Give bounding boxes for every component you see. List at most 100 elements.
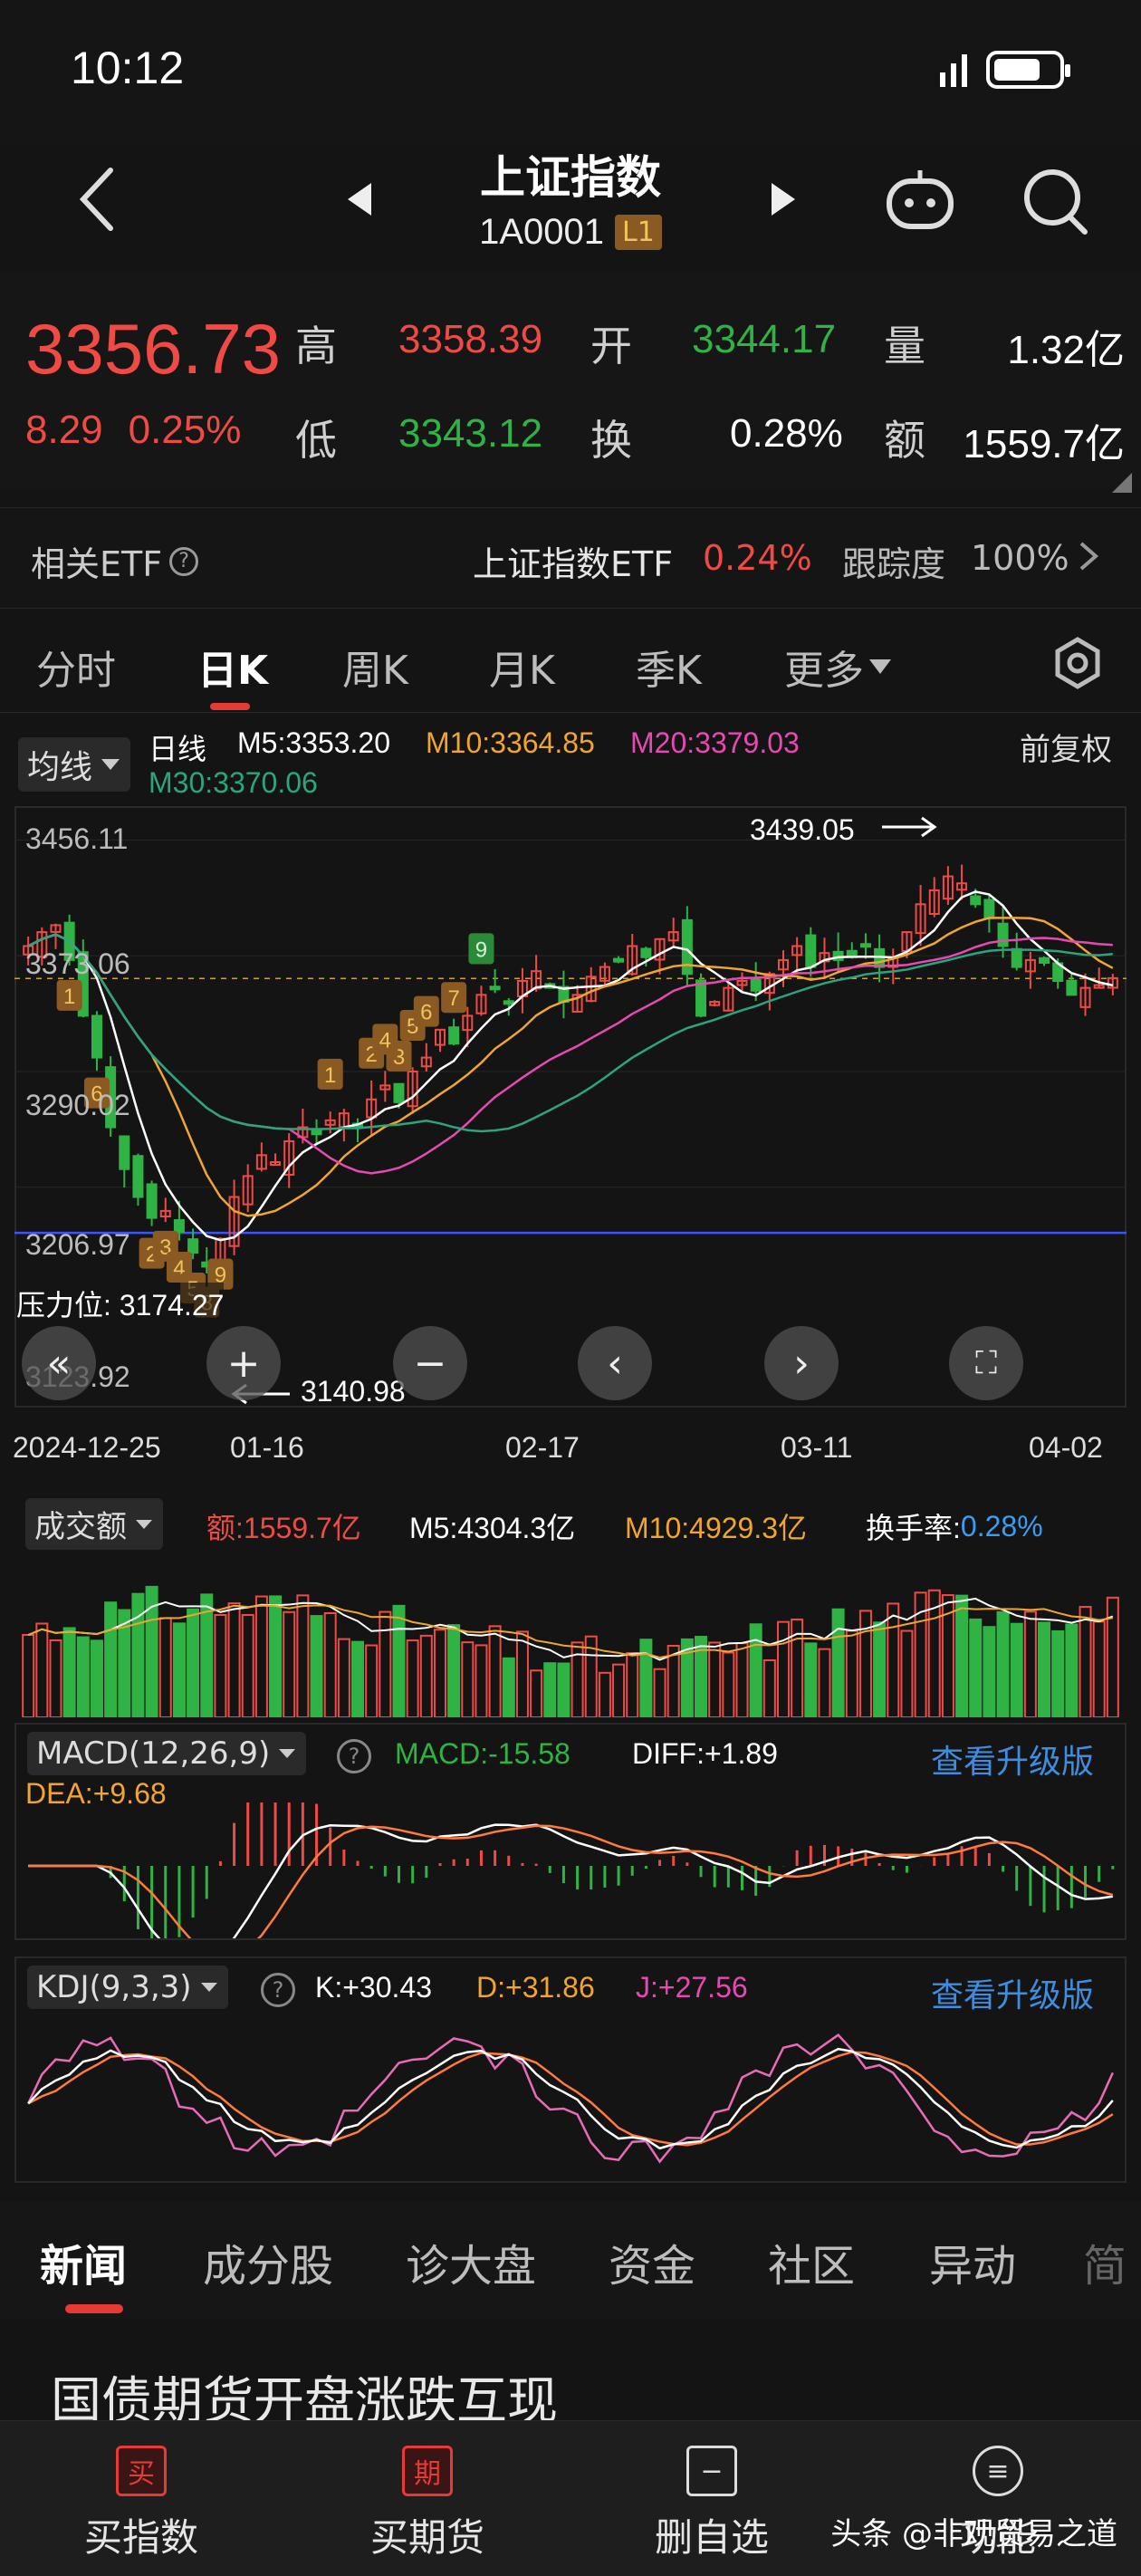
tab-constituents[interactable]: 成分股: [203, 2230, 333, 2293]
plus-icon: +: [226, 1340, 261, 1387]
minus-box-icon: −: [686, 2446, 737, 2496]
tab-community[interactable]: 社区: [768, 2230, 855, 2293]
volume-chart[interactable]: [14, 1549, 1127, 1717]
volume-dropdown[interactable]: 成交额: [25, 1498, 163, 1550]
adjust-mode[interactable]: 前复权: [1020, 725, 1112, 769]
open-value: 3344.17: [692, 317, 837, 361]
search-icon[interactable]: [1021, 165, 1090, 237]
zoom-out-button[interactable]: −: [393, 1326, 467, 1400]
track-label: 跟踪度: [842, 544, 946, 584]
stock-code: 1A0001: [479, 212, 605, 252]
ma-dropdown[interactable]: 均线: [18, 737, 131, 792]
tab-movements[interactable]: 异动: [929, 2230, 1016, 2293]
ma-dropdown-label: 均线: [27, 749, 93, 786]
kdj-upgrade-link[interactable]: 查看升级版: [931, 1969, 1094, 2016]
tab-quarterly-k[interactable]: 季K: [636, 638, 702, 696]
tab-brief[interactable]: 简: [1083, 2230, 1127, 2293]
volume-label: 量: [884, 322, 925, 370]
change-value: 8.29: [25, 408, 103, 452]
page-title: 上证指数: [480, 151, 661, 204]
ma20-value: M20:3379.03: [630, 726, 800, 759]
tab-timeshare[interactable]: 分时: [36, 638, 116, 696]
buy-futures-button[interactable]: 期 买期货: [337, 2446, 518, 2562]
macd-chart[interactable]: [14, 1802, 1127, 1938]
high-mark-label: 3439.05: [750, 813, 855, 846]
menu-icon: ≡: [973, 2446, 1023, 2496]
zoom-out-far-button[interactable]: «: [22, 1326, 96, 1400]
turnover-rate-value: 0.28%: [960, 1509, 1043, 1543]
high-label: 高: [295, 322, 337, 370]
x-tick-2: 01-16: [230, 1431, 304, 1464]
fullscreen-icon: ⛶: [975, 1345, 997, 1381]
minus-icon: −: [413, 1340, 447, 1387]
remove-watchlist-button[interactable]: − 删自选: [621, 2446, 802, 2562]
caret-down-icon: [101, 759, 120, 770]
etf-name[interactable]: 上证指数ETF: [473, 536, 673, 586]
volume-turnover: 换手率: 0.28%: [866, 1505, 1043, 1547]
settings-icon[interactable]: [1050, 636, 1105, 694]
tab-daily-k[interactable]: 日K: [197, 638, 268, 696]
volume-dropdown-label: 成交额: [34, 1509, 127, 1545]
tab-more[interactable]: 更多: [784, 638, 893, 696]
signal-icon: [938, 53, 969, 89]
robot-assistant-icon[interactable]: [884, 168, 956, 232]
macd-upgrade-link[interactable]: 查看升级版: [931, 1735, 1094, 1783]
chevron-left-icon: ‹: [607, 1340, 623, 1387]
related-etf-label: 相关ETF: [31, 544, 163, 584]
buy-index-label: 买指数: [83, 2515, 198, 2560]
volume-m5: M5:4304.3亿: [409, 1512, 576, 1544]
svg-text:1: 1: [63, 985, 75, 1009]
tab-news[interactable]: 新闻: [40, 2230, 127, 2293]
buy-icon: 买: [116, 2446, 167, 2496]
status-time: 10:12: [71, 43, 185, 93]
kdj-chart[interactable]: [14, 2011, 1127, 2181]
buy-index-button[interactable]: 买 买指数: [51, 2446, 232, 2562]
expand-corner-icon[interactable]: [1112, 473, 1132, 496]
kdj-j-value: J:+27.56: [636, 1971, 748, 2004]
buy-futures-label: 买期货: [369, 2515, 484, 2560]
last-price: 3356.73: [25, 309, 281, 389]
change-percent: 0.25%: [128, 408, 242, 452]
caret-down-icon: [200, 1983, 217, 1992]
chevron-right-icon[interactable]: [1078, 540, 1099, 576]
battery-icon: [986, 51, 1070, 89]
tab-monthly-k[interactable]: 月K: [489, 638, 555, 696]
turnover-label: 换: [590, 416, 632, 465]
low-mark-label: 3140.98: [301, 1375, 406, 1408]
caret-down-icon: [136, 1519, 152, 1529]
tab-funds[interactable]: 资金: [609, 2230, 695, 2293]
scroll-left-button[interactable]: ‹: [578, 1326, 652, 1400]
macd-help-icon[interactable]: ?: [337, 1739, 371, 1773]
kdj-k-value: K:+30.43: [315, 1971, 432, 2004]
kdj-dropdown-label: KDJ(9,3,3): [36, 1969, 192, 2005]
kdj-dropdown[interactable]: KDJ(9,3,3): [27, 1966, 228, 2009]
volume-value: 1.32亿: [1007, 328, 1125, 372]
remove-watchlist-label: 删自选: [654, 2515, 769, 2560]
svg-text:6: 6: [420, 1001, 432, 1025]
ma30-value: M30:3370.06: [149, 766, 318, 799]
next-stock-icon[interactable]: [770, 181, 797, 221]
macd-dropdown[interactable]: MACD(12,26,9): [27, 1732, 307, 1775]
caret-down-icon: [869, 659, 891, 674]
chevron-right-icon: ›: [793, 1340, 810, 1387]
related-etf-label-group: 相关ETF ?: [31, 536, 199, 586]
double-chevron-left-icon: «: [46, 1340, 72, 1387]
kdj-help-icon[interactable]: ?: [261, 1973, 295, 2007]
caret-down-icon: [279, 1749, 296, 1758]
stock-code-row: 1A0001 L1: [0, 212, 1141, 253]
period-label: 日线: [149, 733, 207, 765]
tab-diagnosis[interactable]: 诊大盘: [406, 2230, 536, 2293]
watermark: 头条 @非观贸易之道: [830, 2516, 1117, 2552]
zoom-in-button[interactable]: +: [206, 1326, 281, 1400]
svg-text:9: 9: [475, 937, 487, 962]
turnover-value: 0.28%: [730, 411, 843, 456]
fullscreen-button[interactable]: ⛶: [949, 1326, 1023, 1400]
arrow-right-icon: [880, 813, 938, 844]
scroll-right-button[interactable]: ›: [764, 1326, 839, 1400]
macd-value: MACD:-15.58: [395, 1737, 570, 1770]
x-tick-4: 03-11: [781, 1431, 853, 1464]
tab-weekly-k[interactable]: 周K: [342, 638, 408, 696]
level-badge: L1: [615, 215, 662, 250]
svg-text:1: 1: [324, 1063, 336, 1088]
info-icon[interactable]: ?: [169, 546, 199, 576]
